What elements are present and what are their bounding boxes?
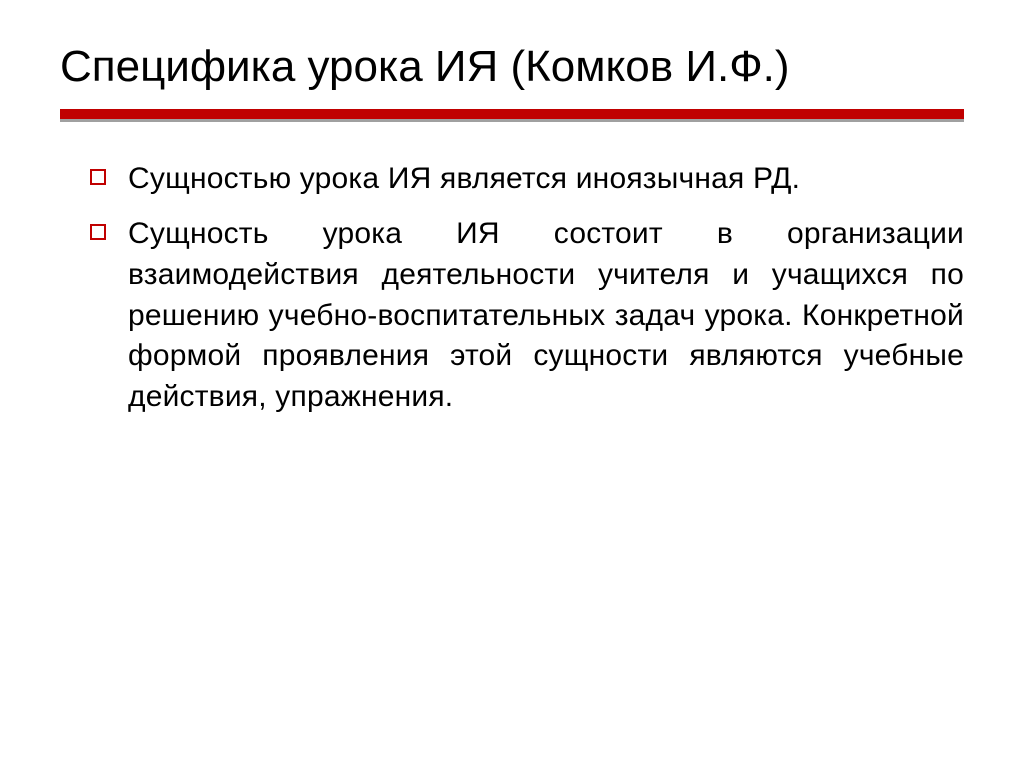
square-bullet-icon — [90, 224, 106, 240]
slide-title: Специфика урока ИЯ (Комков И.Ф.) — [60, 38, 964, 95]
slide: Специфика урока ИЯ (Комков И.Ф.) Сущност… — [0, 0, 1024, 768]
bullet-text: Сущность урока ИЯ состоит в организации … — [128, 214, 964, 418]
rule-red — [60, 109, 964, 119]
square-bullet-icon — [90, 169, 106, 185]
title-rule — [60, 109, 964, 131]
bullet-text: Сущностью урока ИЯ является иноязычная Р… — [128, 159, 964, 200]
list-item: Сущность урока ИЯ состоит в организации … — [90, 214, 964, 418]
slide-content: Сущностью урока ИЯ является иноязычная Р… — [60, 159, 964, 418]
list-item: Сущностью урока ИЯ является иноязычная Р… — [90, 159, 964, 200]
rule-gray — [60, 119, 964, 122]
